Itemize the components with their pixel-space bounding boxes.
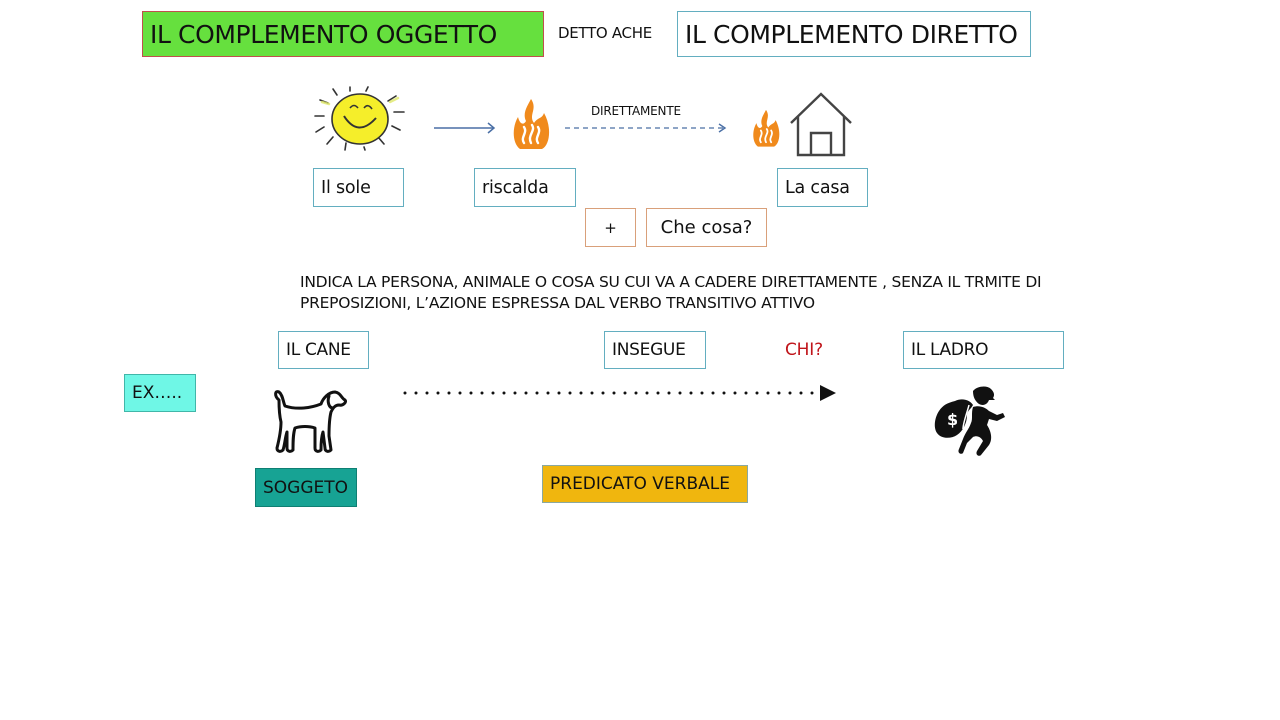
role-text: PREDICATO VERBALE [550, 474, 730, 494]
title-complemento-oggetto: IL COMPLEMENTO OGGETTO [142, 11, 544, 57]
subject-text: IL CANE [286, 340, 351, 360]
arrow-label-direttamente: DIRETTAMENTE [591, 104, 681, 118]
house-icon [790, 92, 852, 157]
question-text: Che cosa? [660, 217, 753, 238]
plus-box: + [585, 208, 636, 247]
sun-icon [314, 86, 405, 151]
definition-line-2: PREPOSIZIONI, L’AZIONE ESPRESSA DAL VERB… [300, 294, 815, 312]
dotted-arrow-icon [403, 385, 836, 401]
connector-text: DETTO ACHE [558, 24, 652, 42]
object-text: IL LADRO [911, 340, 989, 360]
subject-box-il-cane: IL CANE [278, 331, 369, 369]
subject-box-il-sole: Il sole [313, 168, 404, 207]
verb-text: INSEGUE [612, 340, 686, 360]
definition-line-1: INDICA LA PERSONA, ANIMALE O COSA SU CUI… [300, 273, 1042, 291]
definition-text: INDICA LA PERSONA, ANIMALE O COSA SU CUI… [300, 272, 1080, 314]
verb-text: riscalda [482, 177, 549, 198]
question-chi: CHI? [785, 340, 823, 360]
object-text: La casa [785, 177, 850, 198]
title-right-text: IL COMPLEMENTO DIRETTO [685, 19, 1018, 49]
title-complemento-diretto: IL COMPLEMENTO DIRETTO [677, 11, 1031, 57]
role-text: SOGGETO [263, 477, 349, 498]
dashed-arrow-icon [565, 123, 727, 133]
fire-icon [753, 109, 780, 147]
object-box-la-casa: La casa [777, 168, 868, 207]
plus-text: + [604, 218, 617, 237]
role-label-soggeto: SOGGETO [255, 468, 357, 507]
svg-text:$: $ [947, 410, 958, 429]
subject-text: Il sole [321, 177, 371, 198]
dog-icon [274, 390, 347, 453]
title-left-text: IL COMPLEMENTO OGGETTO [150, 19, 497, 49]
thief-icon: $ [934, 386, 1005, 456]
fire-icon [513, 99, 550, 149]
example-label-text: EX….. [132, 383, 183, 403]
role-label-predicato-verbale: PREDICATO VERBALE [542, 465, 748, 503]
arrow-right-icon [434, 122, 496, 134]
question-box-che-cosa: Che cosa? [646, 208, 767, 247]
example-label-box: EX….. [124, 374, 196, 412]
verb-box-insegue: INSEGUE [604, 331, 706, 369]
verb-box-riscalda: riscalda [474, 168, 576, 207]
object-box-il-ladro: IL LADRO [903, 331, 1064, 369]
